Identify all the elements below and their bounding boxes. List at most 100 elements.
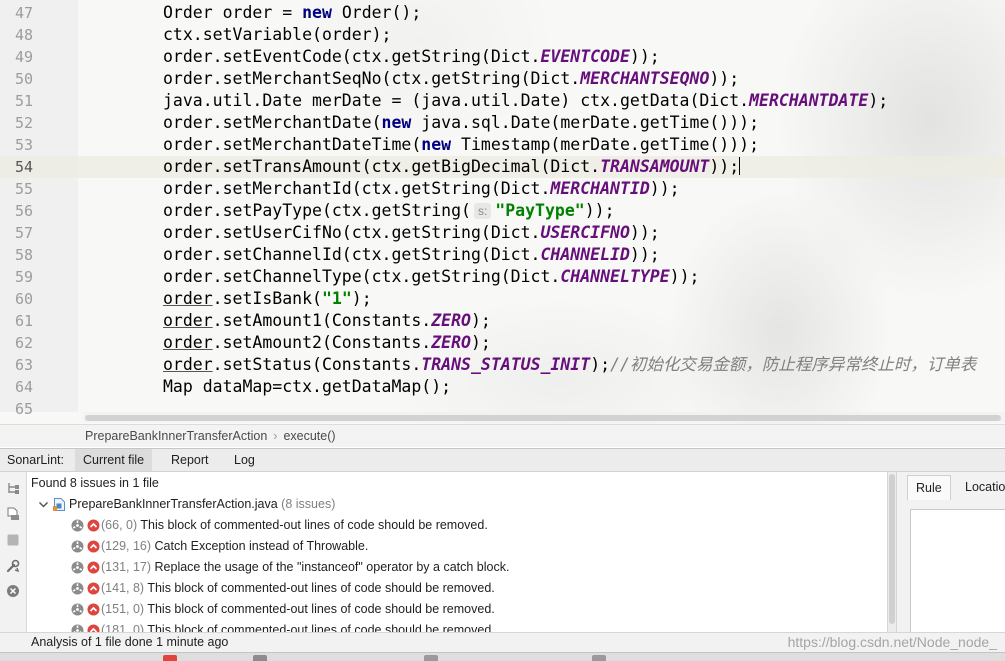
code-token[interactable]: Timestamp(merDate.getTime())); (451, 135, 759, 154)
line-number[interactable]: 61 (0, 310, 33, 332)
line-number[interactable]: 60 (0, 288, 33, 310)
code-token[interactable]: ctx.setVariable(order); (163, 25, 391, 44)
code-line[interactable]: 62 order.setAmount2(Constants.ZERO); (0, 332, 1005, 354)
line-number[interactable]: 55 (0, 178, 33, 200)
code-text[interactable]: order.setChannelId(ctx.getString(Dict.CH… (163, 244, 1005, 266)
file-row[interactable]: PrepareBankInnerTransferAction.java (8 i… (28, 494, 887, 515)
code-line[interactable]: 61 order.setAmount1(Constants.ZERO); (0, 310, 1005, 332)
code-text[interactable]: order.setUserCifNo(ctx.getString(Dict.US… (163, 222, 1005, 244)
line-number[interactable]: 49 (0, 46, 33, 68)
code-token[interactable]: order.setChannelId(ctx.getString(Dict. (163, 245, 541, 264)
code-token[interactable]: )); (630, 47, 660, 66)
code-token[interactable]: Order(); (332, 3, 421, 22)
warning-highlight-token[interactable]: order (163, 355, 213, 374)
code-line[interactable]: 51 java.util.Date merDate = (java.util.Da… (0, 90, 1005, 112)
code-line[interactable]: 48 ctx.setVariable(order); (0, 24, 1005, 46)
keyword-token[interactable]: new (302, 3, 332, 22)
code-text[interactable]: order.setMerchantDateTime(new Timestamp(… (163, 134, 1005, 156)
code-token[interactable]: ); (352, 289, 372, 308)
code-line[interactable]: 52 order.setMerchantDate(new java.sql.Dat… (0, 112, 1005, 134)
code-token[interactable]: order.setChannelType(ctx.getString(Dict. (163, 267, 560, 286)
code-token[interactable]: .setAmount1(Constants. (213, 311, 432, 330)
code-token[interactable]: Map dataMap=ctx.getDataMap(); (163, 377, 451, 396)
code-token[interactable]: order.setMerchantSeqNo(ctx.getString(Dic… (163, 69, 580, 88)
line-number[interactable]: 63 (0, 354, 33, 376)
code-token[interactable]: )); (630, 223, 660, 242)
issue-row[interactable]: (181, 0) This block of commented-out lin… (28, 620, 887, 632)
line-number[interactable]: 56 (0, 200, 33, 222)
line-number[interactable]: 53 (0, 134, 33, 156)
keyword-token[interactable]: new (421, 135, 451, 154)
current-code-line[interactable]: 54 order.setTransAmount(ctx.getBigDecimal… (0, 156, 1005, 178)
warning-highlight-token[interactable]: order (163, 311, 213, 330)
tab-rule[interactable]: Rule (907, 475, 951, 500)
code-line[interactable]: 58 order.setChannelId(ctx.getString(Dict.… (0, 244, 1005, 266)
code-text[interactable]: java.util.Date merDate = (java.util.Date… (163, 90, 1005, 112)
constant-token[interactable]: MERCHANTDATE (749, 91, 868, 110)
code-text[interactable]: Order order = new Order(); (163, 2, 1005, 24)
files-icon[interactable] (6, 507, 20, 521)
code-token[interactable]: order.setEventCode(ctx.getString(Dict. (163, 47, 541, 66)
code-line[interactable]: 55 order.setMerchantId(ctx.getString(Dict… (0, 178, 1005, 200)
code-text[interactable]: order.setEventCode(ctx.getString(Dict.EV… (163, 46, 1005, 68)
horizontal-scrollbar[interactable] (83, 412, 1005, 422)
issues-summary-row[interactable]: Found 8 issues in 1 file (28, 473, 887, 494)
line-number[interactable]: 62 (0, 332, 33, 354)
code-text[interactable]: order.setMerchantSeqNo(ctx.getString(Dic… (163, 68, 1005, 90)
code-token[interactable]: ); (590, 355, 610, 374)
code-text[interactable]: order.setIsBank("1"); (163, 288, 1005, 310)
rule-description-area[interactable] (910, 509, 1005, 632)
code-lines[interactable]: 47 Order order = new Order(); 48 ctx.setVar… (0, 2, 1005, 420)
issue-row[interactable]: (131, 17) Replace the usage of the "inst… (28, 557, 887, 578)
issue-row[interactable]: (66, 0) This block of commented-out line… (28, 515, 887, 536)
code-text[interactable]: order.setAmount1(Constants.ZERO); (163, 310, 1005, 332)
code-token[interactable]: ); (868, 91, 888, 110)
constant-token[interactable]: CHANNELID (541, 245, 630, 264)
code-text[interactable]: order.setPayType(ctx.getString(s: "PayTyp… (163, 200, 1005, 222)
code-token[interactable]: order.setMerchantDateTime( (163, 135, 421, 154)
code-token[interactable]: order.setUserCifNo(ctx.getString(Dict. (163, 223, 541, 242)
problems-icon[interactable] (163, 655, 177, 661)
code-line[interactable]: 59 order.setChannelType(ctx.getString(Dic… (0, 266, 1005, 288)
breadcrumb-method[interactable]: execute() (283, 429, 335, 443)
vertical-scrollbar[interactable] (887, 472, 897, 632)
constant-token[interactable]: ZERO (431, 311, 471, 330)
issue-row[interactable]: (151, 0) This block of commented-out lin… (28, 599, 887, 620)
code-text[interactable]: order.setChannelType(ctx.getString(Dict.… (163, 266, 1005, 288)
code-token[interactable]: )); (630, 245, 660, 264)
clear-icon[interactable] (6, 584, 20, 598)
constant-token[interactable]: USERCIFNO (541, 223, 630, 242)
tab-location[interactable]: Location (957, 475, 1005, 500)
code-line[interactable]: 60 order.setIsBank("1"); (0, 288, 1005, 310)
code-line[interactable]: 53 order.setMerchantDateTime(new Timestam… (0, 134, 1005, 156)
code-editor[interactable]: 47 Order order = new Order(); 48 ctx.setVar… (0, 0, 1005, 424)
code-line[interactable]: 47 Order order = new Order(); (0, 2, 1005, 24)
constant-token[interactable]: ZERO (431, 333, 471, 352)
code-token[interactable]: Order order = (163, 3, 302, 22)
hierarchy-icon[interactable] (6, 481, 20, 495)
line-number[interactable]: 52 (0, 112, 33, 134)
code-token[interactable]: java.util.Date merDate = (java.util.Date… (163, 91, 749, 110)
code-line[interactable]: 64 Map dataMap=ctx.getDataMap(); (0, 376, 1005, 398)
code-text[interactable]: ctx.setVariable(order); (163, 24, 1005, 46)
code-token[interactable]: .setAmount2(Constants. (213, 333, 432, 352)
code-token[interactable]: )); (650, 179, 680, 198)
code-text[interactable]: order.setMerchantDate(new java.sql.Date(… (163, 112, 1005, 134)
tools-icon[interactable] (6, 559, 20, 573)
issue-row[interactable]: (129, 16) Catch Exception instead of Thr… (28, 536, 887, 557)
string-literal[interactable]: "1" (322, 289, 352, 308)
code-text[interactable]: order.setStatus(Constants.TRANS_STATUS_I… (163, 354, 1005, 376)
line-number[interactable]: 48 (0, 24, 33, 46)
line-number[interactable]: 64 (0, 376, 33, 398)
vertical-scrollbar-thumb[interactable] (889, 474, 895, 624)
code-token[interactable]: ); (471, 333, 491, 352)
code-token[interactable]: )); (709, 69, 739, 88)
todo-icon[interactable] (424, 655, 438, 661)
line-number[interactable]: 54 (0, 156, 33, 178)
issue-row[interactable]: (141, 8) This block of commented-out lin… (28, 578, 887, 599)
code-text[interactable]: order.setTransAmount(ctx.getBigDecimal(D… (163, 156, 1005, 178)
constant-token[interactable]: TRANSAMOUNT (600, 157, 709, 176)
tab-report[interactable]: Report (163, 449, 217, 471)
line-number[interactable]: 57 (0, 222, 33, 244)
code-line[interactable]: 56 order.setPayType(ctx.getString(s: "PayT… (0, 200, 1005, 222)
